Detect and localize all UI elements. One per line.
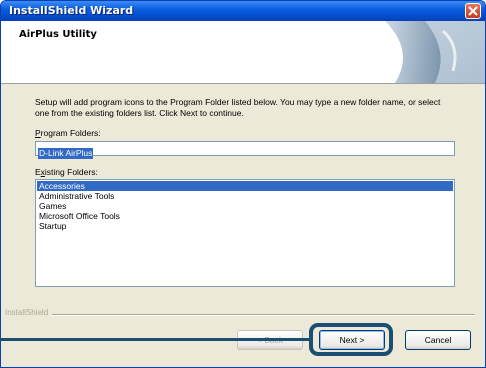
list-item-accessories[interactable]: Accessories <box>37 181 453 191</box>
installshield-brand: InstallShield <box>5 308 53 317</box>
existing-folders-label: Existing Folders: <box>35 167 98 177</box>
window-title: InstallShield Wizard <box>9 4 134 17</box>
list-item-startup[interactable]: Startup <box>37 221 453 231</box>
callout-pointer-line <box>0 338 310 341</box>
wizard-header: AirPlus Utility <box>1 21 485 84</box>
next-button[interactable]: Next > <box>319 330 385 350</box>
page-curl-graphic <box>365 21 485 83</box>
list-item-microsoft-office-tools[interactable]: Microsoft Office Tools <box>37 211 453 221</box>
footer-divider <box>43 314 475 316</box>
program-folders-label: Program Folders: <box>35 128 101 138</box>
list-item-administrative-tools[interactable]: Administrative Tools <box>37 191 453 201</box>
program-folder-value: D-Link AirPlus <box>38 148 94 159</box>
title-bar[interactable]: InstallShield Wizard <box>1 1 485 21</box>
list-item-games[interactable]: Games <box>37 201 453 211</box>
instructions-text: Setup will add program icons to the Prog… <box>35 97 441 118</box>
program-folder-input[interactable]: D-Link AirPlus <box>35 141 455 159</box>
installshield-wizard-window: InstallShield Wizard AirPlus Utility Set… <box>0 0 486 368</box>
cancel-button[interactable]: Cancel <box>405 330 471 350</box>
close-x-icon <box>468 6 478 16</box>
existing-folders-list[interactable]: Accessories Administrative Tools Games M… <box>35 179 455 287</box>
header-title: AirPlus Utility <box>19 29 97 40</box>
close-button[interactable] <box>465 3 481 19</box>
